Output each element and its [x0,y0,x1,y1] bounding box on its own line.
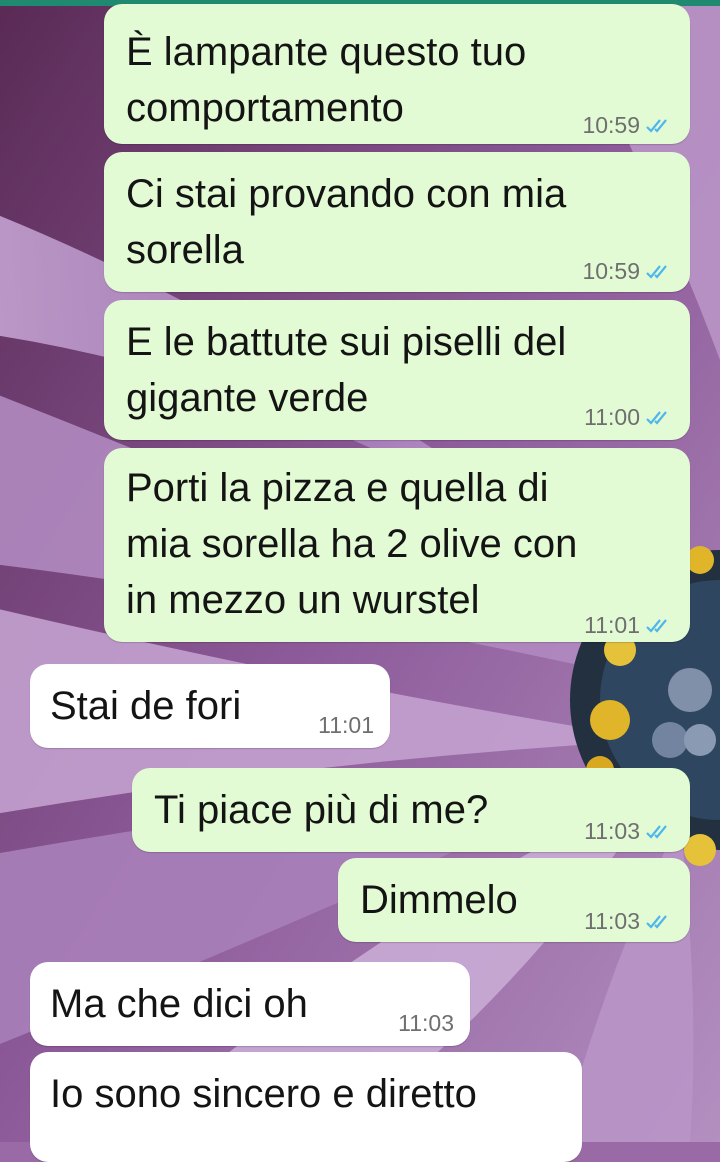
message-time: 10:59 [582,258,640,284]
message-text: E le battute sui piselli del gigante ver… [126,320,567,420]
outgoing-message-bubble[interactable]: Ci stai provando con mia sorella 10:59 [104,152,690,292]
message-text: Ci stai provando con mia sorella [126,172,567,272]
outgoing-message-bubble[interactable]: Ti piace più di me? 11:03 [132,768,690,852]
message-text: Porti la pizza e quella di mia sorella h… [126,466,578,622]
message-time: 11:00 [584,404,640,430]
message-meta: 11:03 [398,1010,454,1037]
message-text: Stai de fori [50,684,242,728]
message-text: Io sono sincero e diretto [50,1072,477,1116]
message-text: Dimmelo [360,878,518,922]
message-text: Ti piace più di me? [154,788,489,832]
read-double-check-icon [646,914,667,929]
outgoing-message-bubble[interactable]: Dimmelo 11:03 [338,858,690,942]
message-time: 11:01 [318,712,374,738]
incoming-message-bubble[interactable]: Ma che dici oh 11:03 [30,962,470,1046]
read-double-check-icon [646,824,667,839]
incoming-message-bubble[interactable]: Io sono sincero e diretto [30,1052,582,1162]
message-meta: 11:01 [584,612,672,639]
message-text: È lampante questo tuo comportamento [126,30,527,130]
message-text: Ma che dici oh [50,982,308,1026]
message-time: 11:03 [584,818,640,844]
message-meta: 10:59 [582,258,672,285]
message-time: 10:59 [582,112,640,138]
read-double-check-icon [646,264,667,279]
read-double-check-icon [646,118,667,133]
message-meta: 11:03 [584,908,672,935]
read-double-check-icon [646,618,667,633]
message-meta: 11:00 [584,404,672,431]
message-time: 11:01 [584,612,640,638]
outgoing-message-bubble[interactable]: Porti la pizza e quella di mia sorella h… [104,448,690,642]
message-meta: 11:03 [584,818,672,845]
incoming-message-bubble[interactable]: Stai de fori 11:01 [30,664,390,748]
read-double-check-icon [646,410,667,425]
message-meta: 11:01 [318,712,374,739]
outgoing-message-bubble[interactable]: È lampante questo tuo comportamento 10:5… [104,4,690,144]
message-meta: 10:59 [582,112,672,139]
message-time: 11:03 [584,908,640,934]
message-time: 11:03 [398,1010,454,1036]
outgoing-message-bubble[interactable]: E le battute sui piselli del gigante ver… [104,300,690,440]
